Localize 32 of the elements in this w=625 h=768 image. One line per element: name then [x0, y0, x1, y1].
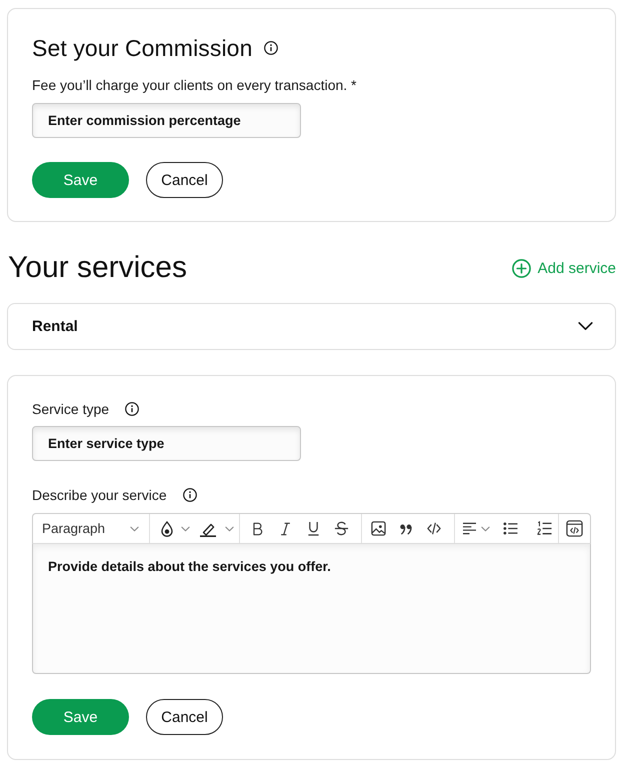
caret-icon	[181, 526, 190, 532]
strikethrough-icon	[334, 521, 348, 536]
cancel-button[interactable]: Cancel	[146, 162, 223, 198]
caret-icon	[130, 526, 139, 532]
quote-icon	[399, 522, 413, 534]
align-left-icon	[462, 522, 477, 535]
cancel-button[interactable]: Cancel	[146, 699, 223, 735]
bold-icon	[252, 522, 262, 536]
service-type-field[interactable]: Enter service type	[32, 426, 301, 461]
save-button[interactable]: Save	[32, 162, 129, 198]
code-icon	[427, 521, 441, 536]
service-accordion[interactable]: Rental	[7, 303, 616, 350]
numbered-list-icon	[537, 521, 552, 536]
field-label: Describe your service	[32, 486, 167, 505]
commission-field[interactable]: Enter commission percentage	[32, 103, 301, 138]
field-label: Service type	[32, 400, 110, 419]
caret-icon	[225, 526, 234, 532]
underline-icon	[306, 521, 320, 536]
save-button[interactable]: Save	[32, 699, 129, 735]
chevron-icon	[578, 322, 593, 331]
code-view-icon	[566, 520, 583, 537]
description-field[interactable]: Provide details about the services you offer.	[32, 544, 591, 674]
card-title: Set your Commission	[32, 34, 252, 62]
image-icon	[370, 521, 386, 536]
plus-circle-icon	[512, 258, 531, 278]
block-format-dropdown[interactable]: Paragraph	[33, 514, 149, 543]
ink-drop-icon	[161, 520, 173, 536]
caret-icon	[481, 526, 490, 532]
italic-icon	[280, 522, 290, 536]
section-heading: Your services	[7, 251, 187, 285]
field-label: Fee you’ll charge your clients on every transaction. *	[32, 76, 356, 95]
bullet-list-icon	[503, 522, 518, 535]
